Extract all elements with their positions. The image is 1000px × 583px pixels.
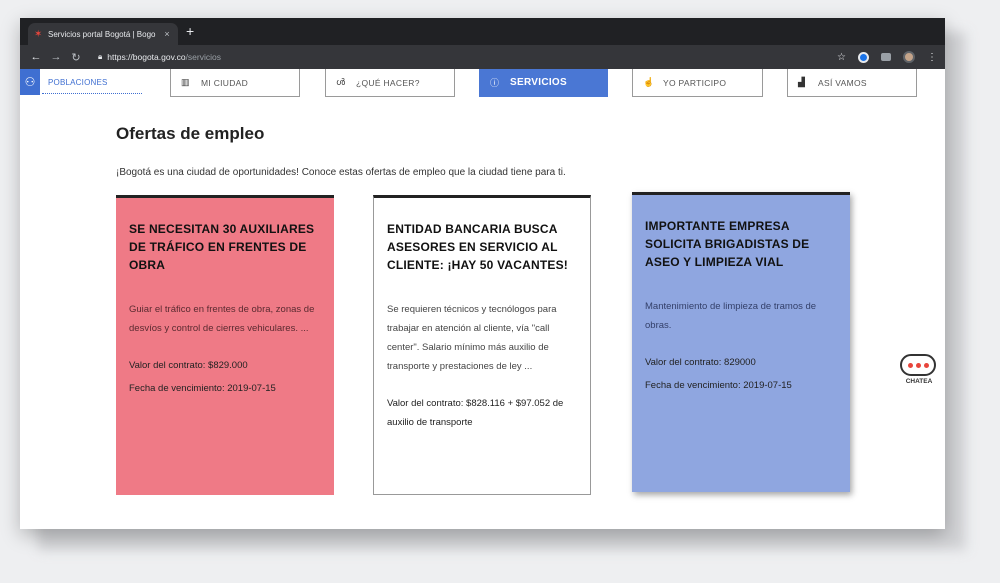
browser-toolbar: ← → ↻ 🔒︎ https://bogota.gov.co/servicios… [20, 45, 945, 69]
job-card[interactable]: Entidad bancaria busca asesores en servi… [373, 195, 591, 495]
chat-label[interactable]: CHATEA [900, 378, 938, 385]
tab-yo-participo[interactable]: ☝ YO PARTICIPO [632, 69, 763, 97]
tab-asi-vamos[interactable]: ▟ ASÍ VAMOS [787, 69, 917, 97]
job-card-valor: Valor del contrato: $829.000 [129, 360, 248, 371]
lock-icon[interactable]: 🔒︎ [98, 52, 102, 62]
job-card-valor: Valor del contrato: $828.116 + $97.052 d… [387, 398, 564, 428]
info-circle-icon: ⓘ [490, 78, 500, 88]
poblaciones-underline [42, 93, 142, 94]
job-card-description: Mantenimiento de limpieza de tramos de o… [645, 301, 817, 331]
job-card[interactable]: Importante empresa solicita brigadistas … [632, 192, 850, 492]
intro-text: ¡Bogotá es una ciudad de oportunidades! … [116, 167, 566, 178]
job-card[interactable]: Se necesitan 30 auxiliares de tráfico en… [116, 195, 334, 495]
building-icon: ▥ [181, 77, 190, 87]
job-card-title[interactable]: Se necesitan 30 auxiliares de tráfico en… [129, 220, 321, 274]
forward-arrow-icon[interactable]: → [46, 51, 66, 63]
tab-que-hacer-label: ¿QUÉ HACER? [356, 77, 420, 88]
close-tab-icon[interactable]: × [162, 29, 172, 39]
toolbar-actions: ☆ ⋮ [837, 45, 937, 69]
job-card-description: Se requieren técnicos y tecnólogos para … [387, 304, 557, 372]
reload-icon[interactable]: ↻ [66, 51, 86, 64]
hand-icon: ☝ [643, 77, 655, 87]
tab-servicios[interactable]: ⓘ SERVICIOS [479, 69, 608, 97]
browser-tab[interactable]: ✶ Servicios portal Bogotá | Bogo × [28, 23, 178, 45]
job-card-title[interactable]: Importante empresa solicita brigadistas … [645, 217, 837, 271]
tab-servicios-label: SERVICIOS [510, 77, 567, 88]
bar-chart-icon: ▟ [798, 77, 805, 87]
job-card-fecha: Fecha de vencimiento: 2019-07-15 [129, 383, 276, 394]
page-title: Ofertas de empleo [116, 124, 265, 143]
site-navigation: ⚇ POBLACIONES ▥ MI CIUDAD ൾ ¿QUÉ HACER? … [20, 69, 945, 97]
job-card-valor: Valor del contrato: 829000 [645, 357, 756, 368]
back-arrow-icon[interactable]: ← [26, 51, 46, 63]
bogota-favicon-icon: ✶ [34, 28, 43, 40]
new-tab-button[interactable]: + [186, 24, 194, 38]
job-card-title[interactable]: Entidad bancaria busca asesores en servi… [387, 220, 577, 274]
extension-blue-icon[interactable] [858, 51, 869, 63]
url-path: /servicios [185, 52, 221, 62]
bookmark-star-icon[interactable]: ☆ [837, 52, 846, 63]
job-card-fecha: Fecha de vencimiento: 2019-07-15 [645, 380, 792, 391]
url-host: https://bogota.gov.co [107, 52, 186, 62]
job-card-description: Guiar el tráfico en frentes de obra, zon… [129, 304, 315, 334]
nav-poblaciones-label: POBLACIONES [48, 77, 108, 87]
chat-bubble-icon[interactable] [900, 354, 936, 376]
chat-widget[interactable]: CHATEA [900, 354, 938, 385]
address-bar[interactable]: https://bogota.gov.co/servicios [107, 52, 221, 62]
tab-yo-participo-label: YO PARTICIPO [663, 77, 727, 88]
extension-gray-icon[interactable] [881, 53, 891, 61]
tab-mi-ciudad[interactable]: ▥ MI CIUDAD [170, 69, 300, 97]
tab-strip: ✶ Servicios portal Bogotá | Bogo × + [20, 18, 945, 45]
tab-title: Servicios portal Bogotá | Bogo [48, 29, 156, 39]
tab-que-hacer[interactable]: ൾ ¿QUÉ HACER? [325, 69, 455, 97]
browser-window: ✶ Servicios portal Bogotá | Bogo × + ← →… [20, 18, 945, 529]
tab-asi-vamos-label: ASÍ VAMOS [818, 77, 867, 88]
tab-mi-ciudad-label: MI CIUDAD [201, 77, 249, 88]
nav-poblaciones[interactable]: ⚇ POBLACIONES [20, 69, 108, 95]
bike-icon: ൾ [336, 77, 346, 87]
people-icon: ⚇ [20, 69, 40, 95]
menu-kebab-icon[interactable]: ⋮ [927, 52, 937, 63]
profile-avatar[interactable] [903, 51, 915, 63]
